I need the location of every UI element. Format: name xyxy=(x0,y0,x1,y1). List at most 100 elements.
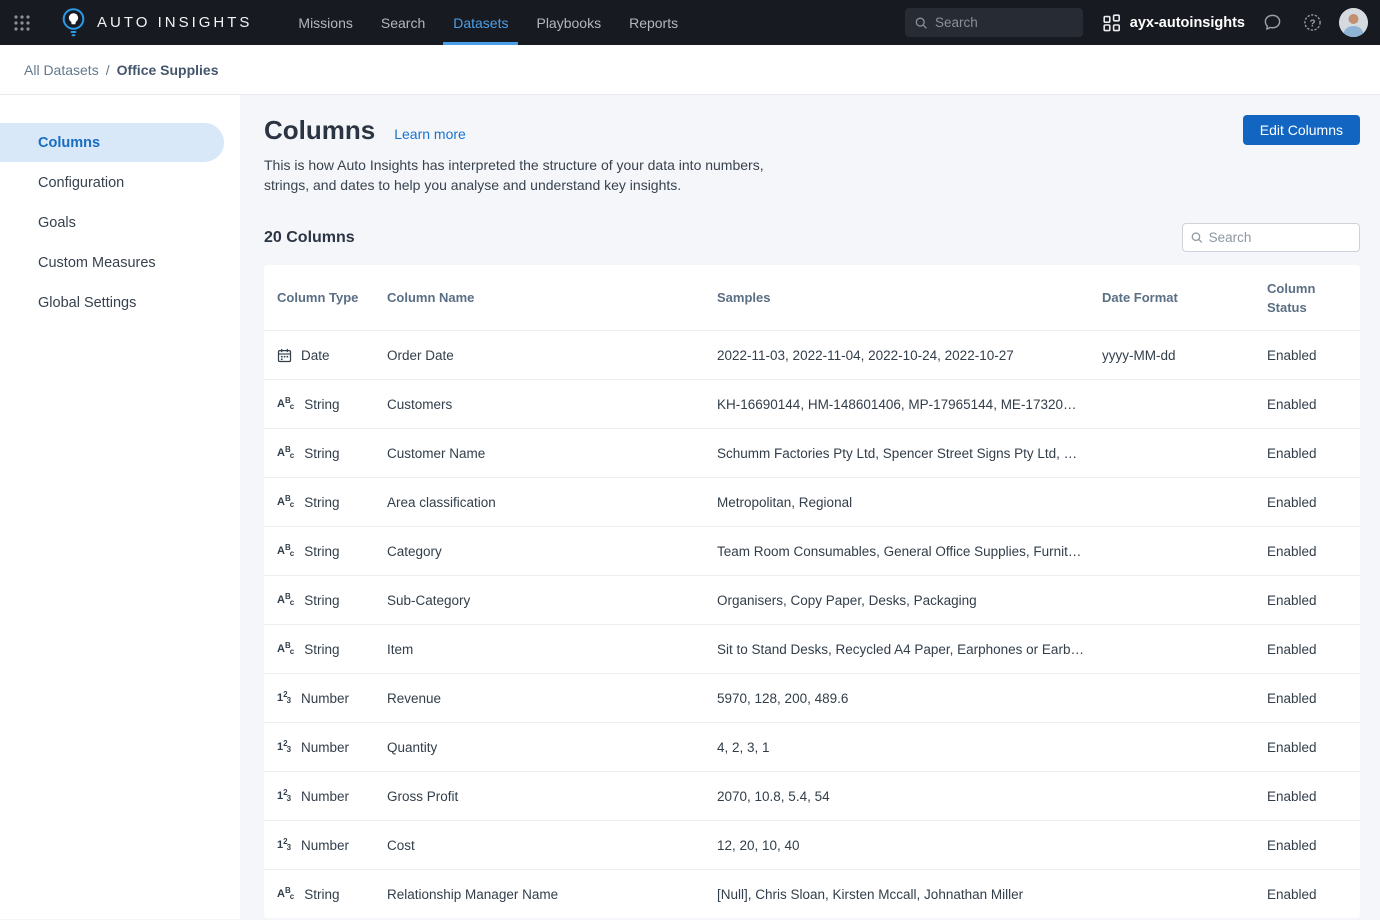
chat-bubble-icon xyxy=(1263,13,1282,32)
sidebar-item-goals[interactable]: Goals xyxy=(0,203,240,242)
breadcrumb-current: Office Supplies xyxy=(117,62,219,78)
column-name: Order Date xyxy=(387,348,717,363)
column-samples: 2022-11-03, 2022-11-04, 2022-10-24, 2022… xyxy=(717,348,1102,363)
workspace-name: ayx-autoinsights xyxy=(1130,15,1245,31)
nav-tab-missions[interactable]: Missions xyxy=(284,0,366,45)
column-status: Enabled xyxy=(1267,887,1360,902)
column-header-date-format: Date Format xyxy=(1102,288,1267,307)
column-status: Enabled xyxy=(1267,691,1360,706)
workspace-grid-icon xyxy=(1103,14,1121,32)
string-icon: ABc xyxy=(277,546,295,557)
breadcrumb: All Datasets / Office Supplies xyxy=(0,45,1380,95)
columns-table: Column TypeColumn NameSamplesDate Format… xyxy=(264,265,1360,918)
table-row: ABc String Relationship Manager Name[Null]… xyxy=(264,869,1360,918)
column-samples: 12, 20, 10, 40 xyxy=(717,838,1102,853)
column-status: Enabled xyxy=(1267,838,1360,853)
table-search[interactable] xyxy=(1182,223,1360,252)
help-button[interactable]: ? xyxy=(1299,10,1325,36)
column-type-label: Date xyxy=(301,348,330,363)
navbar-search-input[interactable] xyxy=(935,15,1073,30)
string-icon: ABc xyxy=(277,644,295,655)
column-name: Item xyxy=(387,642,717,657)
page-title: Columns xyxy=(264,115,375,146)
column-name: Area classification xyxy=(387,495,717,510)
column-samples: 4, 2, 3, 1 xyxy=(717,740,1102,755)
search-icon xyxy=(915,16,927,30)
edit-columns-button[interactable]: Edit Columns xyxy=(1243,115,1360,145)
column-type-label: Number xyxy=(301,838,349,853)
brand[interactable]: AUTO INSIGHTS xyxy=(62,8,252,38)
table-row: 123NumberGross Profit2070, 10.8, 5.4, 54… xyxy=(264,771,1360,820)
column-name: Category xyxy=(387,544,717,559)
sidebar-item-configuration[interactable]: Configuration xyxy=(0,163,240,202)
string-icon: ABc xyxy=(277,497,295,508)
table-row: ABc String Customer NameSchumm Factories P… xyxy=(264,428,1360,477)
column-samples: Schumm Factories Pty Ltd, Spencer Street… xyxy=(717,446,1102,461)
search-icon xyxy=(1191,231,1203,244)
workspace-switcher[interactable]: ayx-autoinsights xyxy=(1103,14,1245,32)
string-icon: ABc xyxy=(277,399,295,410)
column-status: Enabled xyxy=(1267,446,1360,461)
number-icon: 123 xyxy=(277,791,292,802)
column-header-samples: Samples xyxy=(717,288,1102,307)
column-header-column-name: Column Name xyxy=(387,288,717,307)
column-name: Customers xyxy=(387,397,717,412)
table-header-row: Column TypeColumn NameSamplesDate Format… xyxy=(264,265,1360,330)
nav-tab-playbooks[interactable]: Playbooks xyxy=(522,0,615,45)
column-name: Relationship Manager Name xyxy=(387,887,717,902)
apps-menu-icon[interactable] xyxy=(0,0,44,45)
column-status: Enabled xyxy=(1267,593,1360,608)
table-row: ABcStringSub-CategoryOrganisers, Copy Pa… xyxy=(264,575,1360,624)
string-icon: ABc xyxy=(277,595,295,606)
column-samples: Team Room Consumables, General Office Su… xyxy=(717,544,1102,559)
number-icon: 123 xyxy=(277,693,292,704)
page-description: This is how Auto Insights has interprete… xyxy=(264,155,804,195)
table-row: 123 Number Revenue5970, 128, 200, 489.6 Ena… xyxy=(264,673,1360,722)
breadcrumb-all-datasets[interactable]: All Datasets xyxy=(24,62,99,78)
settings-sidebar: ColumnsConfigurationGoalsCustom Measures… xyxy=(0,95,240,919)
nav-tab-search[interactable]: Search xyxy=(367,0,439,45)
column-name: Cost xyxy=(387,838,717,853)
table-row: 123NumberQuantity4, 2, 3, 1Enabled xyxy=(264,722,1360,771)
string-icon: ABc xyxy=(277,448,295,459)
column-type-label: String xyxy=(304,544,339,559)
column-name: Revenue xyxy=(387,691,717,706)
avatar-photo xyxy=(1339,8,1368,37)
date-format: yyyy-MM-dd xyxy=(1102,348,1267,363)
lightbulb-logo-icon xyxy=(62,8,85,38)
brand-name: AUTO INSIGHTS xyxy=(97,14,252,31)
table-row: ABcStringItemSit to Stand Desks, Recycle… xyxy=(264,624,1360,673)
sidebar-item-custom-measures[interactable]: Custom Measures xyxy=(0,243,240,282)
column-name: Customer Name xyxy=(387,446,717,461)
calendar-icon xyxy=(277,348,292,363)
column-status: Enabled xyxy=(1267,544,1360,559)
column-type-label: Number xyxy=(301,691,349,706)
feedback-chat-button[interactable] xyxy=(1259,10,1285,36)
column-name: Sub-Category xyxy=(387,593,717,608)
column-type-label: String xyxy=(304,887,339,902)
column-name: Quantity xyxy=(387,740,717,755)
learn-more-link[interactable]: Learn more xyxy=(394,126,466,142)
column-type-label: Number xyxy=(301,789,349,804)
nav-tab-reports[interactable]: Reports xyxy=(615,0,692,45)
column-samples: 5970, 128, 200, 489.6 xyxy=(717,691,1102,706)
column-samples: Organisers, Copy Paper, Desks, Packaging xyxy=(717,593,1102,608)
number-icon: 123 xyxy=(277,840,292,851)
number-icon: 123 xyxy=(277,742,292,753)
column-status: Enabled xyxy=(1267,642,1360,657)
breadcrumb-separator: / xyxy=(106,62,110,78)
column-samples: 2070, 10.8, 5.4, 54 xyxy=(717,789,1102,804)
column-type-label: String xyxy=(304,446,339,461)
sidebar-item-global-settings[interactable]: Global Settings xyxy=(0,283,240,322)
string-icon: ABc xyxy=(277,889,295,900)
nav-tab-datasets[interactable]: Datasets xyxy=(439,0,522,45)
column-samples: [Null], Chris Sloan, Kirsten Mccall, Joh… xyxy=(717,887,1102,902)
column-samples: Metropolitan, Regional xyxy=(717,495,1102,510)
table-search-input[interactable] xyxy=(1209,230,1351,245)
svg-text:?: ? xyxy=(1309,18,1315,29)
navbar-search[interactable] xyxy=(905,8,1083,37)
columns-count: 20 Columns xyxy=(264,229,355,247)
table-row: ABc String CategoryTeam Room Consumables, … xyxy=(264,526,1360,575)
sidebar-item-columns[interactable]: Columns xyxy=(0,123,224,162)
user-avatar[interactable] xyxy=(1339,8,1368,37)
